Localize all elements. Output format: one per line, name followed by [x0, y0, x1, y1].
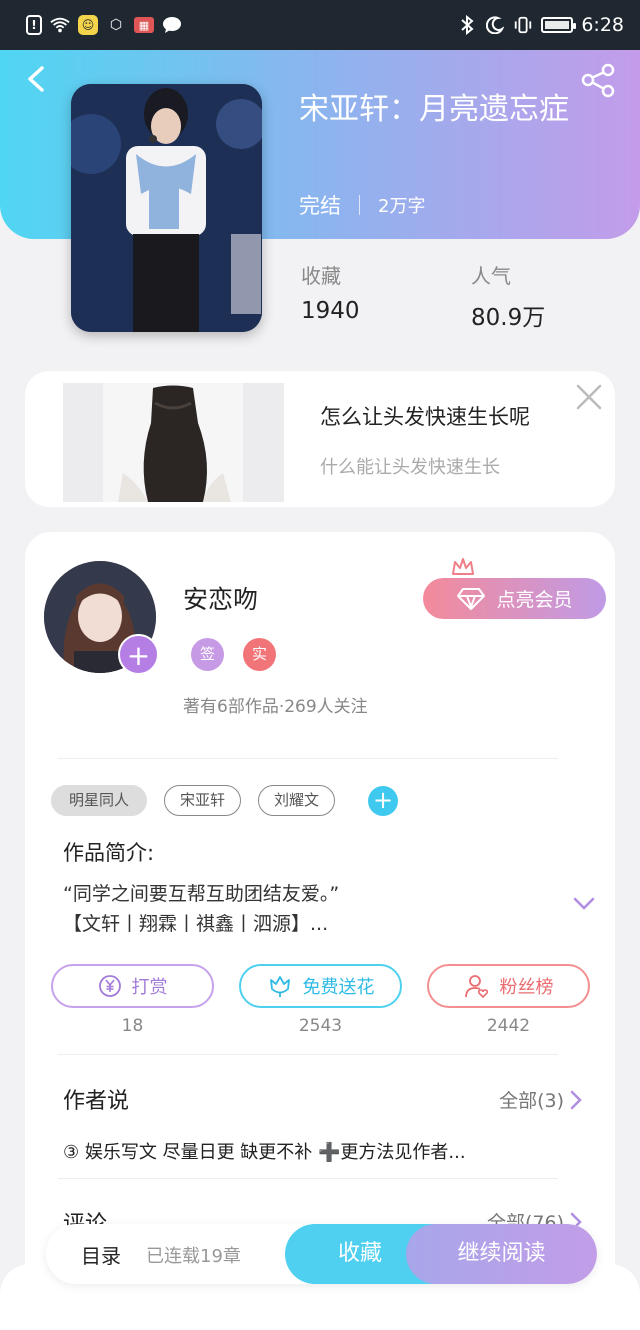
favorites-label: 收藏 [301, 264, 341, 288]
book-word-count: 2万字 [378, 196, 426, 217]
status-right-icons: 6:28 [457, 14, 624, 36]
vip-button-label: 点亮会员 [496, 589, 573, 611]
fan-ranking-label: 粉丝榜 [499, 977, 554, 998]
table-of-contents-button[interactable]: 目录 [81, 1240, 121, 1269]
follow-author-button[interactable]: + [118, 634, 159, 675]
continue-reading-button[interactable]: 继续阅读 [406, 1224, 597, 1284]
bottom-action-bar: 目录 已连载19章 收藏 继续阅读 [46, 1224, 597, 1284]
tag-category[interactable]: 明星同人 [51, 785, 147, 816]
book-cover-image[interactable] [71, 84, 262, 332]
book-status: 完结 [299, 194, 341, 218]
battery-icon [541, 17, 577, 33]
app-icon: ☺ [78, 15, 98, 35]
alert-icon: ! [26, 15, 42, 35]
reward-label: 打赏 [131, 977, 168, 998]
favorites-count: 1940 [301, 298, 360, 324]
divider [58, 758, 558, 759]
author-says-more-label: 全部(3) [499, 1090, 564, 1112]
bluetooth-icon [457, 15, 477, 35]
send-flower-button[interactable]: 免费送花 [239, 964, 402, 1008]
chapter-count: 已连载19章 [146, 1246, 241, 1267]
chevron-left-icon [28, 66, 44, 92]
yen-coin-icon [98, 975, 121, 997]
diamond-icon [457, 587, 486, 610]
ad-card[interactable]: 怎么让头发快速生长呢 什么能让头发快速生长 [25, 371, 615, 507]
crown-icon [452, 558, 474, 575]
reward-button[interactable]: 打赏 [51, 964, 214, 1008]
tag-character[interactable]: 刘耀文 [258, 785, 335, 816]
ad-image [63, 383, 284, 502]
author-says-more-link[interactable]: 全部(3) [499, 1086, 582, 1113]
moon-icon [485, 15, 505, 35]
vip-member-button[interactable]: 点亮会员 [423, 578, 606, 619]
signed-badge: 签 [191, 638, 224, 671]
ad-title: 怎么让头发快速生长呢 [320, 405, 530, 429]
author-says-text[interactable]: ③ 娱乐写文 尽量日更 缺更不补 ➕更方法见作者... [63, 1138, 563, 1164]
status-bar: ! ☺ ⬡ ▦ 6:28 [0, 0, 640, 50]
vibrate-icon [513, 15, 533, 35]
chevron-down-icon [573, 897, 595, 910]
flower-icon [269, 976, 290, 997]
verified-badge: 实 [243, 638, 276, 671]
popularity-label: 人气 [471, 264, 511, 288]
author-stats: 著有6部作品·269人关注 [183, 697, 368, 717]
close-icon [576, 384, 602, 410]
status-left-icons: ! ☺ ⬡ ▦ [26, 15, 182, 35]
divider [58, 1054, 558, 1055]
tag-character[interactable]: 宋亚轩 [164, 785, 241, 816]
calendar-icon: ▦ [134, 17, 154, 33]
back-button[interactable] [22, 64, 52, 94]
flower-count: 2543 [298, 1016, 343, 1036]
meta-divider [359, 195, 360, 215]
share-button[interactable] [580, 62, 616, 98]
wifi-icon [50, 15, 70, 35]
fan-count: 2442 [486, 1016, 531, 1036]
chat-bubble-icon [162, 15, 182, 35]
send-flower-label: 免费送花 [302, 977, 375, 998]
share-icon [581, 63, 615, 98]
intro-text[interactable]: “同学之间要互帮互助团结友爱。” 【文轩丨翔霖丨祺鑫丨泗源】... [63, 879, 543, 939]
book-title: 宋亚轩：月亮遗忘症 [299, 92, 569, 127]
intro-heading: 作品简介: [63, 841, 155, 865]
clock: 6:28 [581, 14, 624, 36]
author-name[interactable]: 安恋吻 [183, 580, 258, 616]
settings-hex-icon: ⬡ [109, 17, 123, 33]
reward-count: 18 [121, 1016, 144, 1036]
chevron-right-icon [570, 1090, 582, 1109]
author-says-title: 作者说 [63, 1089, 130, 1114]
ad-subtitle: 什么能让头发快速生长 [320, 457, 500, 478]
intro-line-1: “同学之间要互帮互助团结友爱。” [63, 883, 340, 905]
add-tag-button[interactable]: + [368, 786, 398, 816]
divider [58, 1178, 558, 1179]
fan-user-icon [464, 975, 488, 998]
ad-close-button[interactable] [575, 383, 603, 411]
book-meta: 完结 2万字 [299, 190, 425, 220]
expand-intro-button[interactable] [572, 896, 596, 912]
popularity-count: 80.9万 [471, 305, 546, 331]
intro-line-2: 【文轩丨翔霖丨祺鑫丨泗源】... [63, 913, 329, 935]
fan-ranking-button[interactable]: 粉丝榜 [427, 964, 590, 1008]
favorites-button-label: 收藏 [337, 1241, 382, 1266]
